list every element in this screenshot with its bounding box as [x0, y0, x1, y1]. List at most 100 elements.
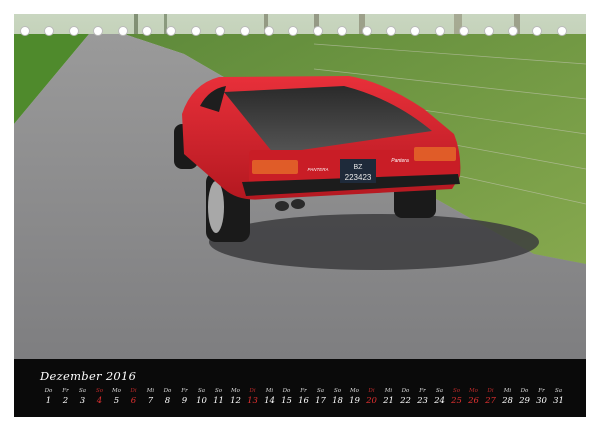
- day-number: 22: [400, 396, 411, 406]
- weekday-label: Sa: [435, 388, 444, 394]
- day-cell: Sa 24: [431, 388, 448, 408]
- weekday-label: Sa: [78, 388, 87, 394]
- day-cell: Mi 7: [142, 388, 159, 408]
- calendar-strip: Dezember 2016 Do 1 Fr 2 Sa 3 So 4 Mo 5 Di 6 Mi 7 Do 8 Fr…: [14, 359, 586, 417]
- binding-ring: [483, 26, 494, 36]
- day-number: 27: [485, 396, 496, 406]
- day-number: 18: [332, 396, 343, 406]
- weekday-label: Do: [44, 388, 53, 394]
- day-cell: Sa 31: [550, 388, 567, 408]
- weekday-label: So: [452, 388, 461, 394]
- binding-ring: [434, 26, 445, 36]
- weekday-label: Mo: [350, 388, 359, 394]
- day-cell: Di 6: [125, 388, 142, 408]
- day-number: 20: [366, 396, 377, 406]
- day-number: 21: [383, 396, 394, 406]
- day-number: 26: [468, 396, 479, 406]
- badge-left: PANTERA: [308, 167, 329, 172]
- day-cell: So 4: [91, 388, 108, 408]
- day-number: 7: [147, 396, 154, 406]
- day-number: 5: [113, 396, 120, 406]
- day-number: 13: [247, 396, 258, 406]
- day-number: 14: [264, 396, 275, 406]
- day-number: 4: [96, 396, 103, 406]
- weekday-label: Mo: [112, 388, 121, 394]
- day-number: 23: [417, 396, 428, 406]
- day-cell: Sa 3: [74, 388, 91, 408]
- day-number: 19: [349, 396, 360, 406]
- day-cell: Di 20: [363, 388, 380, 408]
- weekday-label: Fr: [300, 388, 307, 394]
- weekday-label: Di: [130, 388, 137, 394]
- day-cell: So 11: [210, 388, 227, 408]
- day-number: 17: [315, 396, 326, 406]
- binding-ring: [386, 26, 396, 36]
- day-cell: Di 13: [244, 388, 261, 408]
- weekday-label: Fr: [419, 388, 426, 394]
- day-number: 11: [213, 396, 224, 406]
- weekday-label: Fr: [62, 388, 69, 394]
- binding-ring: [361, 26, 372, 36]
- binding-ring: [68, 26, 79, 36]
- weekday-label: Do: [401, 388, 410, 394]
- day-number: 10: [196, 396, 207, 406]
- plate-line-1: BZ: [354, 164, 364, 171]
- day-number: 29: [519, 396, 530, 406]
- day-cell: Do 1: [40, 388, 57, 408]
- binding-ring: [117, 26, 128, 36]
- weekday-label: Mo: [469, 388, 478, 394]
- day-row: Do 1 Fr 2 Sa 3 So 4 Mo 5 Di 6 Mi 7 Do 8 Fr 9 Sa 10 So 11 Mo 12 D…: [40, 388, 582, 414]
- badge-right: Pantera: [391, 158, 409, 164]
- day-cell: Mi 14: [261, 388, 278, 408]
- day-number: 31: [553, 396, 564, 406]
- day-cell: Fr 2: [57, 388, 74, 408]
- day-number: 12: [230, 396, 241, 406]
- weekday-label: Do: [282, 388, 291, 394]
- day-cell: Fr 30: [533, 388, 550, 408]
- weekday-label: So: [214, 388, 223, 394]
- binding-ring: [312, 26, 323, 36]
- weekday-label: Di: [487, 388, 494, 394]
- day-number: 15: [281, 396, 292, 406]
- day-cell: So 25: [448, 388, 465, 408]
- weekday-label: Sa: [554, 388, 563, 394]
- weekday-label: Fr: [538, 388, 545, 394]
- weekday-label: So: [95, 388, 104, 394]
- day-cell: Mo 19: [346, 388, 363, 408]
- binding-ring: [556, 26, 567, 36]
- weekday-label: Do: [163, 388, 172, 394]
- binding-ring: [190, 26, 201, 36]
- day-cell: Sa 10: [193, 388, 210, 408]
- day-cell: Sa 17: [312, 388, 329, 408]
- weekday-label: Fr: [181, 388, 188, 394]
- day-cell: Fr 23: [414, 388, 431, 408]
- day-cell: Do 8: [159, 388, 176, 408]
- weekday-label: Sa: [197, 388, 206, 394]
- weekday-label: Do: [520, 388, 529, 394]
- day-cell: So 18: [329, 388, 346, 408]
- weekday-label: Di: [249, 388, 256, 394]
- day-cell: Do 29: [516, 388, 533, 408]
- day-cell: Fr 9: [176, 388, 193, 408]
- day-number: 16: [298, 396, 309, 406]
- day-cell: Do 22: [397, 388, 414, 408]
- weekday-label: Mi: [384, 388, 393, 394]
- day-number: 8: [164, 396, 171, 406]
- day-cell: Mo 26: [465, 388, 482, 408]
- day-number: 28: [502, 396, 513, 406]
- weekday-label: Sa: [316, 388, 325, 394]
- day-number: 2: [62, 396, 69, 406]
- day-cell: Di 27: [482, 388, 499, 408]
- weekday-label: Mi: [146, 388, 155, 394]
- day-number: 9: [181, 396, 188, 406]
- day-cell: Mi 21: [380, 388, 397, 408]
- binding-ring: [20, 26, 30, 36]
- binding-ring: [239, 26, 250, 36]
- day-number: 6: [130, 396, 137, 406]
- car-photo: BZ 223423 PANTERA Pantera: [14, 14, 586, 359]
- day-cell: Mo 12: [227, 388, 244, 408]
- day-cell: Mi 28: [499, 388, 516, 408]
- weekday-label: Mi: [265, 388, 274, 394]
- weekday-label: Mo: [231, 388, 240, 394]
- binding-ring: [508, 26, 518, 36]
